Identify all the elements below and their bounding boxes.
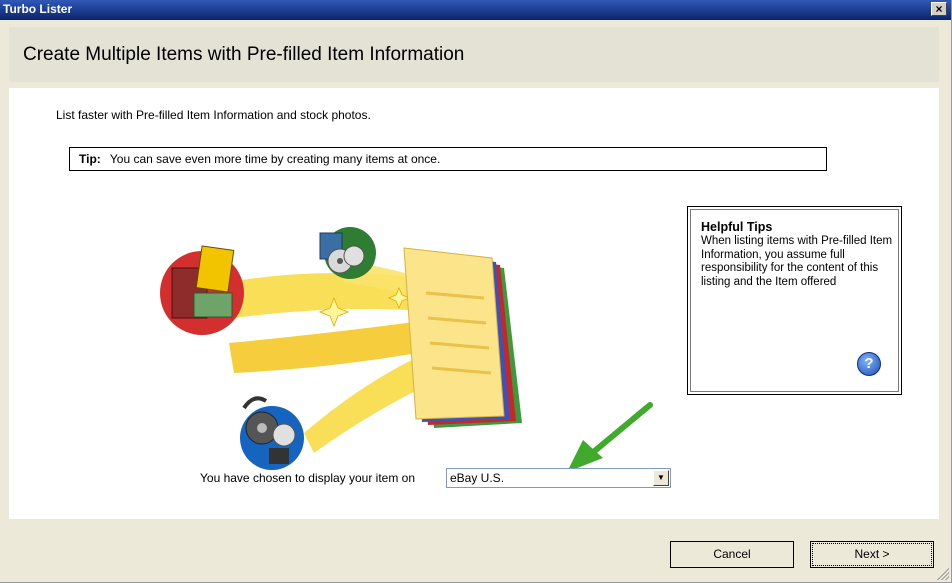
tip-text: You can save even more time by creating …: [109, 152, 441, 166]
title-bar[interactable]: Turbo Lister ×: [0, 0, 951, 20]
content-panel: List faster with Pre-filled Item Informa…: [9, 88, 939, 519]
close-icon: ×: [935, 2, 943, 16]
helpful-tips-panel: Helpful Tips When listing items with Pre…: [687, 206, 902, 395]
close-button[interactable]: ×: [931, 2, 947, 16]
window-title: Turbo Lister: [3, 2, 73, 16]
help-icon[interactable]: ?: [857, 352, 881, 376]
helpful-tips-title: Helpful Tips: [701, 220, 773, 234]
green-arrow-annotation: [567, 402, 653, 471]
site-dropdown[interactable]: eBay U.S. ▼: [446, 468, 671, 488]
tip-box: Tip: You can save even more time by crea…: [69, 147, 827, 171]
intro-text: List faster with Pre-filled Item Informa…: [56, 108, 371, 122]
next-button[interactable]: Next >: [810, 541, 934, 568]
dropdown-arrow-icon[interactable]: ▼: [653, 470, 669, 486]
dialog-window: Turbo Lister × Create Multiple Items wit…: [0, 0, 952, 583]
resize-grip-icon[interactable]: [937, 568, 949, 580]
pre-filled-items-illustration: [160, 227, 522, 470]
tip-label: Tip:: [79, 152, 101, 166]
site-dropdown-value: eBay U.S.: [450, 471, 505, 485]
helpful-tips-inner: Helpful Tips When listing items with Pre…: [690, 209, 899, 392]
page-header: Create Multiple Items with Pre-filled It…: [9, 27, 939, 82]
page-title: Create Multiple Items with Pre-filled It…: [23, 44, 465, 65]
site-label: You have chosen to display your item on: [200, 471, 416, 485]
cancel-button[interactable]: Cancel: [670, 541, 794, 568]
helpful-tips-body: When listing items with Pre-filled Item …: [701, 235, 893, 288]
